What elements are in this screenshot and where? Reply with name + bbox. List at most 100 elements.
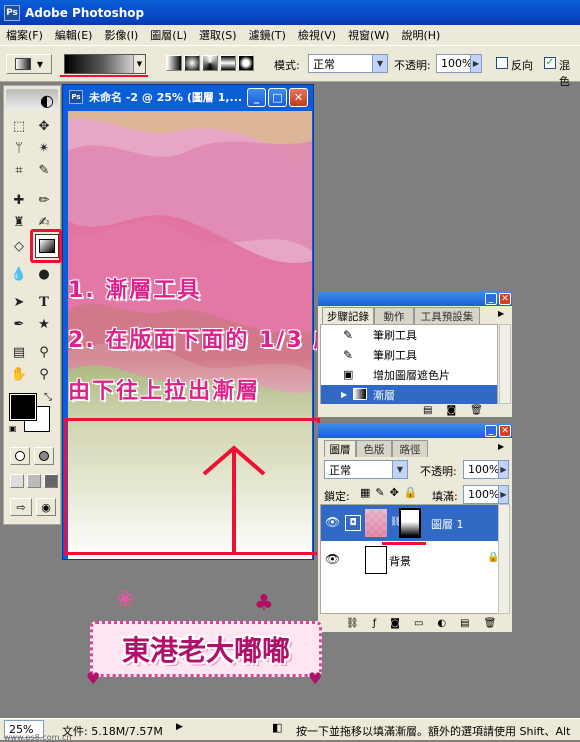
standard-screen-icon[interactable]: [10, 474, 24, 488]
close-icon[interactable]: ✕: [499, 293, 511, 305]
jump-to-imageready-icon[interactable]: ⇨: [10, 498, 32, 516]
lock-move-icon[interactable]: ✥: [390, 486, 399, 499]
path-selection-tool-icon[interactable]: ➤: [9, 292, 29, 312]
quick-mask-button[interactable]: [34, 447, 54, 465]
close-button[interactable]: ✕: [289, 88, 308, 107]
move-tool-icon[interactable]: ✥: [34, 116, 54, 136]
lock-paint-icon[interactable]: ✎: [375, 486, 384, 499]
eraser-tool-icon[interactable]: ◇: [9, 236, 29, 256]
tab-tool-presets[interactable]: 工具預設集: [414, 307, 480, 324]
menu-filter[interactable]: 濾鏡(T): [243, 27, 292, 43]
type-tool-icon[interactable]: T: [34, 292, 54, 312]
pen-tool-icon[interactable]: ✒: [9, 314, 29, 334]
blur-tool-icon[interactable]: 💧: [9, 264, 29, 284]
lasso-tool-icon[interactable]: ᛘ: [9, 138, 29, 158]
swap-colors-icon[interactable]: ⤡: [44, 392, 52, 403]
menu-window[interactable]: 視窗(W): [342, 27, 395, 43]
new-document-icon[interactable]: ▤: [423, 405, 432, 416]
gradient-picker[interactable]: ▼: [64, 54, 146, 74]
trash-icon[interactable]: 🗑: [484, 618, 497, 629]
layer-thumbnail-art: [365, 509, 387, 537]
magic-wand-tool-icon[interactable]: ✴: [34, 138, 54, 158]
quick-mask-icon: [39, 451, 49, 461]
crop-tool-icon[interactable]: ⌗: [9, 160, 29, 180]
tab-history[interactable]: 步驟記錄: [322, 307, 374, 324]
chevron-down-icon[interactable]: ▼: [133, 55, 145, 73]
eyedropper-tool-icon[interactable]: ⚲: [34, 342, 54, 362]
tool-preset-picker[interactable]: ▼: [6, 54, 52, 74]
tab-channels[interactable]: 色版: [356, 440, 392, 457]
minimize-icon[interactable]: _: [485, 293, 497, 305]
history-item[interactable]: ▣ 增加圖層遮色片: [321, 365, 491, 384]
mode-select[interactable]: 正常 ▼: [308, 54, 388, 73]
default-colors-icon[interactable]: ▣: [9, 424, 19, 434]
history-scrollbar[interactable]: [499, 324, 511, 404]
maximize-button[interactable]: □: [268, 88, 287, 107]
layers-scrollbar[interactable]: [498, 504, 510, 614]
imageready-icon[interactable]: ◉: [36, 498, 56, 516]
app-title-bar: Ps Adobe Photoshop: [0, 0, 580, 25]
marquee-tool-icon[interactable]: ⬚: [9, 116, 29, 136]
healing-brush-tool-icon[interactable]: ✚: [9, 190, 29, 210]
menu-image[interactable]: 影像(I): [98, 27, 144, 43]
angle-gradient-button[interactable]: [202, 55, 218, 71]
link-icon[interactable]: ⛓: [346, 618, 359, 629]
tab-actions[interactable]: 動作: [374, 307, 414, 324]
lock-all-icon[interactable]: 🔒: [404, 486, 418, 499]
close-icon: ✕: [293, 91, 304, 104]
brush-tool-icon[interactable]: ✏: [34, 190, 54, 210]
camera-icon[interactable]: ◙: [446, 405, 456, 416]
fill-label: 填滿:: [432, 490, 458, 503]
menu-help[interactable]: 說明(H): [395, 27, 446, 43]
menu-view[interactable]: 檢視(V): [292, 27, 342, 43]
close-icon[interactable]: ✕: [499, 425, 511, 437]
fill-input[interactable]: 100% ▶: [463, 485, 509, 504]
chevron-right-icon[interactable]: ▶: [176, 722, 183, 732]
linear-gradient-button[interactable]: [166, 55, 182, 71]
history-item[interactable]: ✎ 筆刷工具: [321, 345, 491, 364]
minimize-button[interactable]: _: [247, 88, 266, 107]
trash-icon[interactable]: 🗑: [470, 405, 483, 416]
shape-tool-icon[interactable]: ★: [34, 314, 54, 334]
history-item-selected[interactable]: ▶ 漸層: [321, 385, 497, 404]
reverse-checkbox[interactable]: [496, 57, 508, 69]
slice-tool-icon[interactable]: ✎: [34, 160, 54, 180]
menu-layer[interactable]: 圖層(L): [144, 27, 193, 43]
menu-select[interactable]: 選取(S): [193, 27, 243, 43]
notes-tool-icon[interactable]: ▤: [9, 342, 29, 362]
layer-row[interactable]: 👁 背景 🔒: [321, 542, 499, 578]
history-item[interactable]: ✎ 筆刷工具: [321, 325, 491, 344]
full-screen-menu-icon[interactable]: [27, 474, 41, 488]
hand-tool-icon[interactable]: ✋: [9, 364, 29, 384]
zoom-tool-icon[interactable]: ⚲: [34, 364, 54, 384]
new-layer-icon[interactable]: ▤: [460, 618, 469, 629]
radial-gradient-button[interactable]: [184, 55, 200, 71]
feather-logo-icon: ◐: [6, 89, 58, 111]
layer-opacity-input[interactable]: 100% ▶: [463, 460, 509, 479]
dither-checkbox[interactable]: ✓: [544, 57, 556, 69]
layer-mask-thumbnail[interactable]: [399, 508, 421, 538]
layer-style-icon[interactable]: ƒ: [373, 618, 377, 629]
menu-file[interactable]: 檔案(F): [0, 27, 49, 43]
minimize-icon[interactable]: _: [485, 425, 497, 437]
tab-paths[interactable]: 路徑: [392, 440, 428, 457]
standard-mode-button[interactable]: [10, 447, 30, 465]
stamp-tool-icon[interactable]: ♜: [9, 212, 29, 232]
tab-layers[interactable]: 圖層: [324, 440, 356, 457]
adjustment-layer-icon[interactable]: ◐: [437, 618, 446, 629]
eye-icon[interactable]: 👁: [325, 515, 340, 529]
panel-menu-icon[interactable]: ▶: [498, 442, 504, 451]
opacity-input[interactable]: 100% ▶: [436, 54, 482, 73]
lock-transparency-icon[interactable]: ▦: [360, 486, 370, 499]
reflected-gradient-button[interactable]: [220, 55, 236, 71]
panel-menu-icon[interactable]: ▶: [498, 309, 504, 318]
diamond-gradient-button[interactable]: [238, 55, 254, 71]
folder-icon[interactable]: ▭: [414, 618, 423, 629]
layer-row-selected[interactable]: 👁 ◘ ⛓ 圖層 1: [321, 505, 499, 541]
menu-edit[interactable]: 編輯(E): [49, 27, 99, 43]
full-screen-icon[interactable]: [44, 474, 58, 488]
dodge-tool-icon[interactable]: ●: [34, 264, 54, 284]
blend-mode-select[interactable]: 正常 ▼: [324, 460, 408, 479]
eye-icon[interactable]: 👁: [325, 552, 340, 566]
add-mask-icon[interactable]: ◙: [390, 618, 400, 629]
